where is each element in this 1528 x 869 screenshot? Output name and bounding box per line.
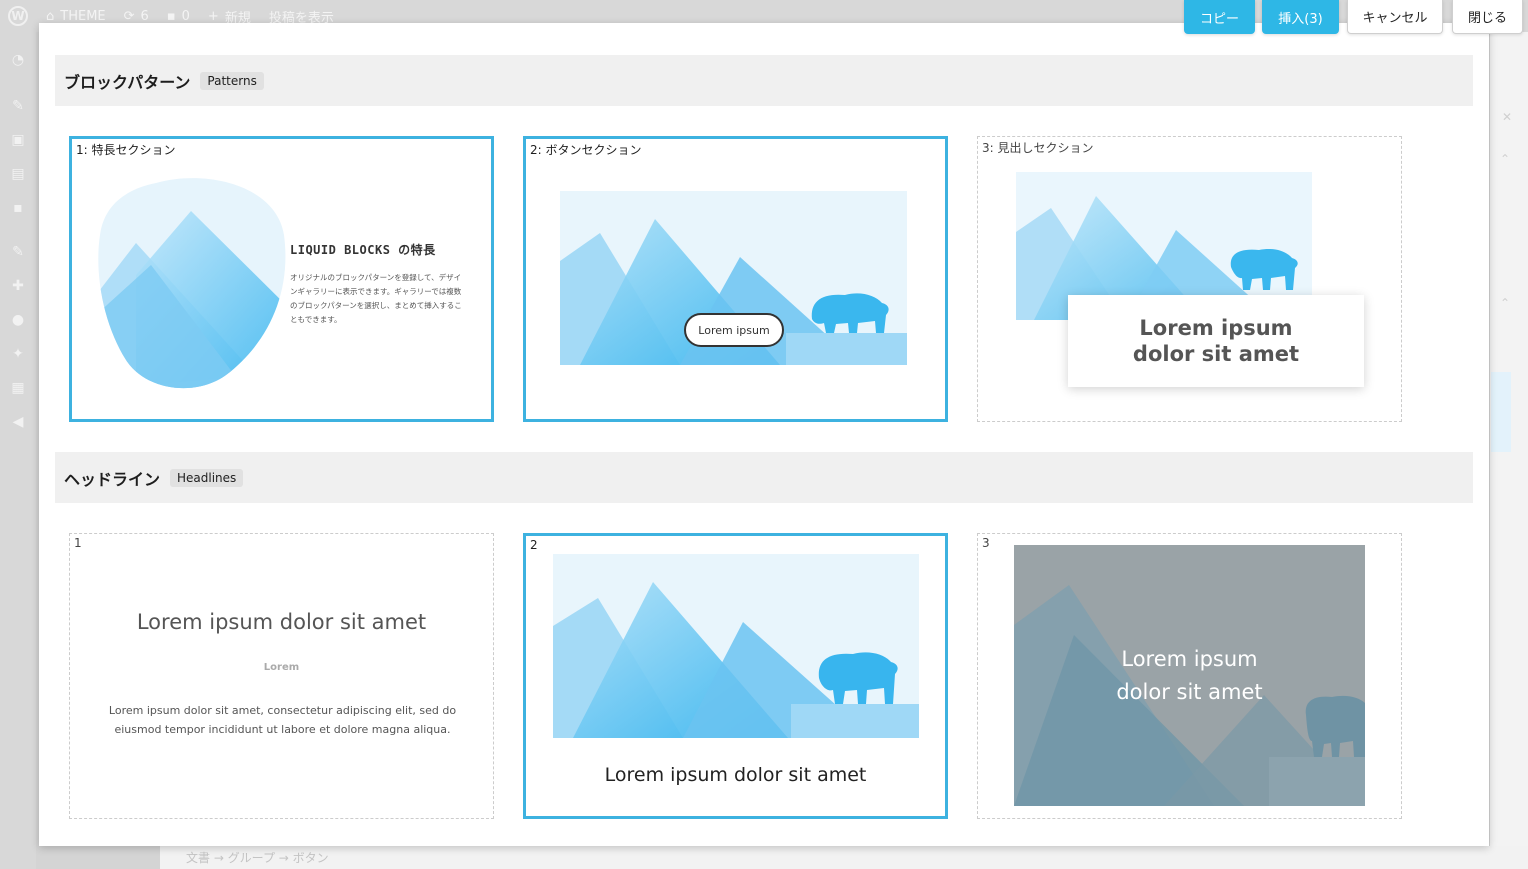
- features-heading: LIQUID BLOCKS の特長: [290, 243, 436, 257]
- card-label: 3: 見出しセクション: [978, 137, 1098, 158]
- wordpress-logo-icon[interactable]: W: [8, 6, 28, 26]
- close-icon[interactable]: ✕: [1502, 110, 1512, 124]
- headline-subtitle: Lorem: [263, 662, 300, 673]
- collapse-icon[interactable]: ◀: [9, 414, 27, 430]
- refresh-icon: ⟳: [123, 8, 135, 24]
- chevron-up-icon[interactable]: ⌃: [1500, 296, 1510, 310]
- headline-overlay-text: Lorem ipsum dolor sit amet: [1014, 545, 1365, 806]
- cancel-button[interactable]: キャンセル: [1347, 0, 1443, 34]
- site-name-item[interactable]: ⌂ THEME: [46, 9, 106, 24]
- card-label: 2: ボタンセクション: [526, 139, 646, 160]
- pattern-card-features[interactable]: 1: 特長セクション LIQUID BLOCKS の特長 オリジナルのブロックパ…: [69, 136, 494, 422]
- pattern-lorem-button: Lorem ipsum: [684, 313, 784, 347]
- card-label: 1: 特長セクション: [72, 139, 180, 160]
- features-body: オリジナルのブロックパターンを登録して、デザインギャラリーに表示できます。ギャラ…: [290, 273, 462, 324]
- card-label: 1: [70, 534, 86, 552]
- tools-icon[interactable]: ✦: [9, 346, 27, 362]
- headline-title: Lorem ipsum dolor sit amet: [136, 610, 427, 634]
- headline-line-2: dolor sit amet: [1116, 679, 1263, 704]
- settings-icon[interactable]: ▦: [9, 380, 27, 396]
- users-icon[interactable]: ●: [9, 312, 27, 328]
- headline-title: Lorem ipsum dolor sit amet: [604, 764, 867, 786]
- comments-icon[interactable]: ▪: [9, 200, 27, 216]
- insert-button[interactable]: 挿入(3): [1262, 0, 1339, 34]
- card-label: 2: [526, 536, 542, 554]
- section-tag: Patterns: [200, 71, 264, 90]
- card-label: 3: [978, 534, 994, 552]
- headline-card-1[interactable]: 1 Lorem ipsum dolor sit amet Lorem Lorem…: [69, 533, 494, 819]
- editor-footer: [160, 846, 1528, 869]
- copy-button[interactable]: コピー: [1184, 0, 1255, 34]
- updates-item[interactable]: ⟳ 6: [124, 9, 149, 24]
- pattern-card-heading[interactable]: 3: 見出しセクション Lorem ipsum dolor sit amet: [977, 136, 1402, 422]
- close-button[interactable]: 閉じる: [1452, 0, 1523, 34]
- comments-item[interactable]: ▪ 0: [167, 9, 190, 24]
- media-icon[interactable]: ▣: [9, 132, 27, 148]
- appearance-icon[interactable]: ✎: [9, 244, 27, 260]
- dashboard-icon[interactable]: ◔: [9, 52, 27, 68]
- section-title: ブロックパターン: [64, 72, 191, 92]
- plus-icon: +: [207, 8, 219, 24]
- section-header-headlines: ヘッドライン Headlines: [55, 452, 1473, 503]
- headline-line-1: Lorem ipsum: [1121, 646, 1258, 671]
- site-name: THEME: [60, 8, 106, 24]
- heading-box: Lorem ipsum dolor sit amet: [1068, 295, 1364, 387]
- features-image: [96, 175, 286, 390]
- comments-count: 0: [181, 8, 190, 24]
- admin-sidebar: ◔ ✎ ▣ ▤ ▪ ✎ ✚ ● ✦ ▦ ◀: [0, 32, 36, 869]
- pages-icon[interactable]: ▤: [9, 166, 27, 182]
- headline-card-3[interactable]: 3 Lorem ipsum dolor sit amet: [977, 533, 1402, 819]
- plugins-icon[interactable]: ✚: [9, 278, 27, 294]
- design-gallery-modal: ブロックパターン Patterns 1: 特長セクション LIQUID BLOC…: [39, 23, 1489, 846]
- section-title: ヘッドライン: [64, 469, 161, 489]
- mountain-bear-image: [553, 554, 919, 738]
- section-header-patterns: ブロックパターン Patterns: [55, 55, 1473, 106]
- updates-count: 6: [140, 8, 149, 24]
- pin-icon[interactable]: ✎: [9, 98, 27, 114]
- section-tag: Headlines: [170, 468, 244, 487]
- home-icon: ⌂: [46, 8, 55, 24]
- chevron-up-icon[interactable]: ⌃: [1500, 152, 1510, 166]
- breadcrumb: 文書 → グループ → ボタン: [186, 851, 329, 865]
- headline-card-2[interactable]: 2 Lorem ipsum dolor sit amet: [523, 533, 948, 819]
- heading-text: Lorem ipsum dolor sit amet: [1132, 316, 1300, 366]
- pattern-card-button[interactable]: 2: ボタンセクション Lorem ipsum: [523, 136, 948, 422]
- panel-highlight: [1491, 372, 1511, 452]
- comment-icon: ▪: [166, 8, 176, 24]
- headline-body: Lorem ipsum dolor sit amet, consectetur …: [108, 704, 457, 736]
